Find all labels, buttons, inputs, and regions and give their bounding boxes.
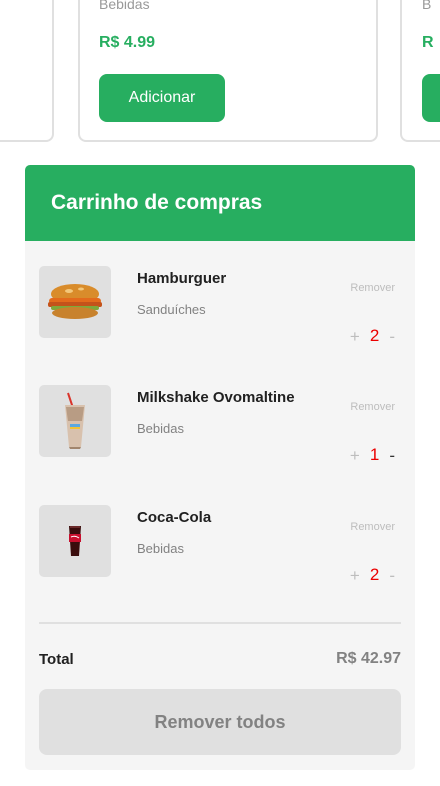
- product-category: Bebidas: [99, 0, 150, 12]
- decrease-quantity-button[interactable]: -: [389, 447, 395, 464]
- total-label: Total: [39, 651, 74, 668]
- quantity-stepper: + 1 -: [350, 445, 395, 465]
- remove-item-button[interactable]: Remover: [350, 401, 395, 413]
- item-category: Sanduíches: [137, 302, 206, 317]
- item-category: Bebidas: [137, 541, 184, 556]
- item-name: Coca-Cola: [137, 509, 212, 526]
- quantity-value: 1: [369, 445, 380, 464]
- product-card: B R: [400, 0, 440, 142]
- cart-item: Milkshake Ovomaltine Bebidas Remover + 1…: [39, 385, 401, 464]
- cart-header: Carrinho de compras: [25, 165, 415, 241]
- decrease-quantity-button[interactable]: -: [389, 328, 395, 345]
- remove-all-button[interactable]: Remover todos: [39, 689, 401, 755]
- cart-item: Hamburguer Sanduíches Remover + 2 -: [39, 266, 401, 345]
- quantity-stepper: + 2 -: [350, 565, 395, 585]
- product-price: R$ 4.99: [99, 34, 156, 51]
- decrease-quantity-button[interactable]: -: [389, 567, 395, 584]
- coca-cola-image: [39, 505, 111, 577]
- product-card: Bebidas R$ 4.99 Adicionar: [78, 0, 378, 142]
- add-to-cart-button[interactable]: [422, 74, 440, 122]
- total-value: R$ 42.97: [336, 650, 401, 667]
- cart-title: Carrinho de compras: [51, 191, 263, 214]
- hamburger-image: [39, 266, 111, 338]
- product-price: R: [422, 34, 434, 51]
- item-category: Bebidas: [137, 421, 184, 436]
- increase-quantity-button[interactable]: +: [350, 447, 360, 464]
- cart-item: Coca-Cola Bebidas Remover + 2 -: [39, 505, 401, 584]
- product-list: Bebidas R$ 4.99 Adicionar B R: [0, 0, 440, 145]
- product-card: [0, 0, 54, 142]
- add-to-cart-button[interactable]: Adicionar: [99, 74, 225, 122]
- item-name: Milkshake Ovomaltine: [137, 389, 295, 406]
- quantity-stepper: + 2 -: [350, 326, 395, 346]
- increase-quantity-button[interactable]: +: [350, 567, 360, 584]
- product-category: B: [422, 0, 432, 12]
- milkshake-image: [39, 385, 111, 457]
- quantity-value: 2: [369, 326, 380, 345]
- item-name: Hamburguer: [137, 270, 227, 287]
- divider: [39, 622, 401, 624]
- shopping-cart: Carrinho de compras Hamburguer Sanduíche…: [25, 165, 415, 770]
- increase-quantity-button[interactable]: +: [350, 328, 360, 345]
- remove-item-button[interactable]: Remover: [350, 282, 395, 294]
- quantity-value: 2: [369, 565, 380, 584]
- remove-item-button[interactable]: Remover: [350, 521, 395, 533]
